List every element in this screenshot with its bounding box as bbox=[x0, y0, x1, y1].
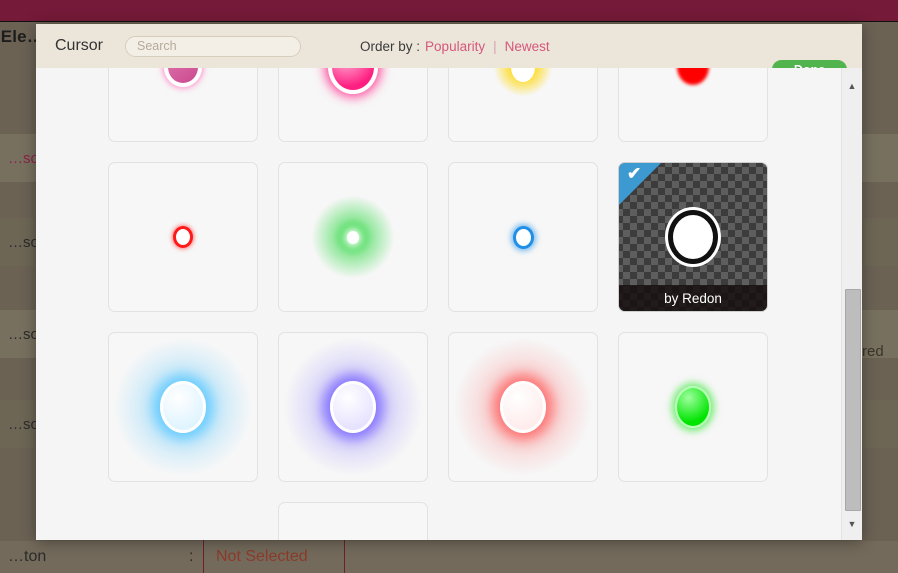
order-by-group: Order by : Popularity | Newest bbox=[360, 39, 550, 54]
background-divider-right bbox=[344, 537, 345, 573]
red-halo-cursor-icon bbox=[449, 333, 597, 481]
scroll-down-arrow-icon[interactable]: ▼ bbox=[842, 514, 862, 534]
dialog-body: ✔ by Redon ▲ ▼ bbox=[36, 68, 862, 540]
background-bottom-row-label: …ton bbox=[8, 548, 47, 565]
search-input[interactable] bbox=[125, 35, 302, 57]
background-status-value: Not Selected bbox=[216, 548, 308, 565]
yellow-glow-cursor-icon bbox=[449, 68, 597, 141]
cursor-card-magenta-glow[interactable] bbox=[278, 68, 428, 142]
cursor-card-pink-ring[interactable] bbox=[108, 68, 258, 142]
background-divider-left bbox=[203, 537, 204, 573]
cursor-card-cyan-halo[interactable] bbox=[108, 332, 258, 482]
cursor-grid-row bbox=[108, 502, 808, 540]
cursor-card-red-halo[interactable] bbox=[448, 332, 598, 482]
green-glow-cursor-icon bbox=[279, 163, 427, 311]
cursor-card-black-white-ring[interactable]: ✔ by Redon bbox=[618, 162, 768, 312]
dialog-title: Cursor bbox=[55, 37, 104, 54]
green-orb-cursor-icon bbox=[619, 333, 767, 481]
cursor-grid-row bbox=[108, 68, 808, 142]
cyan-halo-cursor-icon bbox=[109, 333, 257, 481]
grid-scrollbar[interactable]: ▲ ▼ bbox=[841, 68, 862, 540]
small-blue-ring-cursor-icon bbox=[449, 163, 597, 311]
cursor-picker-dialog: Cursor Order by : Popularity | Newest Do… bbox=[36, 24, 862, 540]
order-by-label: Order by : bbox=[360, 38, 421, 54]
cursor-card-small-red-ring[interactable] bbox=[108, 162, 258, 312]
cursor-grid-viewport: ✔ by Redon bbox=[36, 68, 842, 540]
cursor-card-caption: by Redon bbox=[619, 285, 767, 311]
background-bottom-row[interactable]: …ton bbox=[0, 541, 898, 573]
cursor-card-small-blue-ring[interactable] bbox=[448, 162, 598, 312]
cursor-grid: ✔ by Redon bbox=[108, 68, 808, 540]
partial-row-cursor-icon bbox=[279, 503, 427, 540]
scrollbar-thumb[interactable] bbox=[845, 289, 861, 511]
cursor-card-green-glow[interactable] bbox=[278, 162, 428, 312]
small-red-ring-cursor-icon bbox=[109, 163, 257, 311]
order-by-newest[interactable]: Newest bbox=[505, 39, 550, 54]
cursor-card-green-orb[interactable] bbox=[618, 332, 768, 482]
order-by-separator: | bbox=[493, 38, 497, 54]
order-by-popularity[interactable]: Popularity bbox=[425, 39, 485, 54]
violet-halo-cursor-icon bbox=[279, 333, 427, 481]
cursor-card-violet-halo[interactable] bbox=[278, 332, 428, 482]
cursor-card-yellow-glow[interactable] bbox=[448, 68, 598, 142]
red-dot-cursor-icon bbox=[619, 68, 767, 141]
cursor-card-red-dot[interactable] bbox=[618, 68, 768, 142]
magenta-glow-cursor-icon bbox=[279, 68, 427, 141]
pink-ring-cursor-icon bbox=[109, 68, 257, 141]
scroll-up-arrow-icon[interactable]: ▲ bbox=[842, 76, 862, 96]
cursor-grid-row bbox=[108, 332, 808, 482]
background-bottom-row-colon: : bbox=[189, 548, 194, 565]
cursor-card-partial-row[interactable] bbox=[278, 502, 428, 540]
cursor-grid-row: ✔ by Redon bbox=[108, 162, 808, 312]
dialog-header: Cursor Order by : Popularity | Newest Do… bbox=[36, 24, 862, 79]
